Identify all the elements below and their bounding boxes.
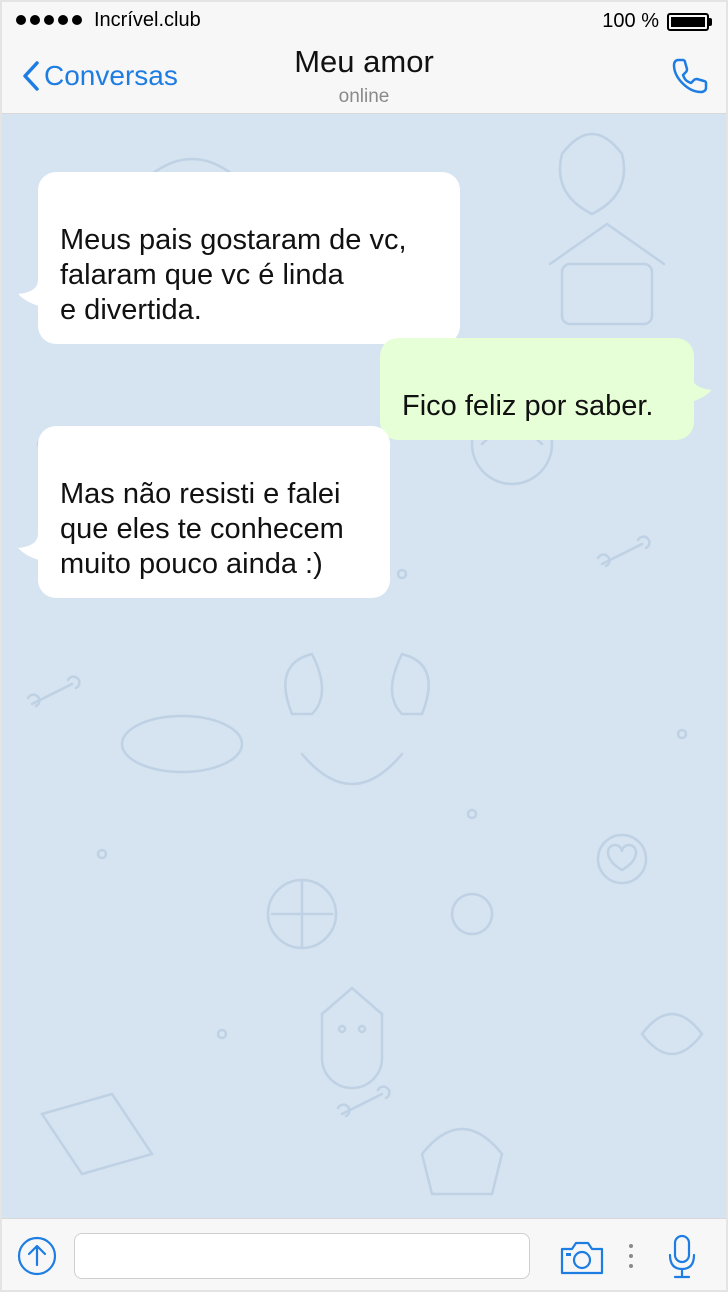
message-bubble-incoming[interactable]: Mas não resisti e falei que eles te conh… <box>38 426 390 598</box>
message-text: Meus pais gostaram de vc, falaram que vc… <box>60 224 407 326</box>
contact-name: Meu amor <box>294 44 434 79</box>
status-bar: Incrível.club 100 % <box>2 2 726 38</box>
message-bubble-outgoing[interactable]: Fico feliz por saber. <box>380 338 694 440</box>
contact-status: online <box>338 86 390 107</box>
attach-icon[interactable] <box>16 1235 58 1277</box>
conversation-header[interactable]: Meu amor online <box>2 44 726 108</box>
phone-icon[interactable] <box>668 54 712 98</box>
message-text: Mas não resisti e falei que eles te conh… <box>60 478 344 580</box>
battery-icon <box>667 12 712 31</box>
message-text: Fico feliz por saber. <box>402 390 654 422</box>
battery-indicator: 100 % <box>602 10 712 33</box>
microphone-icon[interactable] <box>666 1233 698 1281</box>
battery-percentage: 100 % <box>602 10 659 32</box>
signal-icon <box>16 15 82 25</box>
chat-area[interactable]: Meus pais gostaram de vc, falaram que vc… <box>2 114 726 1218</box>
message-bubble-incoming[interactable]: Meus pais gostaram de vc, falaram que vc… <box>38 172 460 344</box>
more-dots-icon[interactable] <box>628 1243 634 1269</box>
message-input-bar <box>2 1218 726 1290</box>
camera-icon[interactable] <box>558 1237 606 1277</box>
message-input[interactable] <box>74 1233 530 1279</box>
carrier-name: Incrível.club <box>94 8 201 31</box>
navigation-bar: Conversas Meu amor online <box>2 38 726 114</box>
